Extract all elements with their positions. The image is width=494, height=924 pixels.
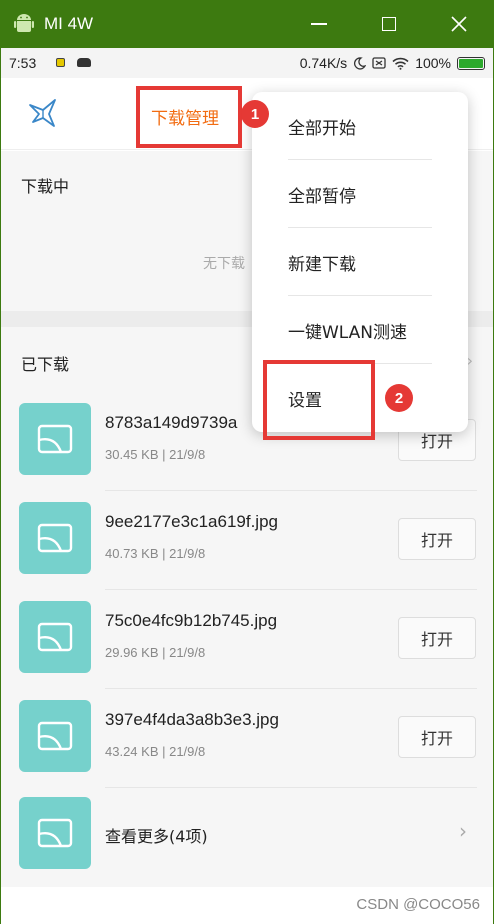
empty-state-text: 无下载 xyxy=(203,256,245,272)
row-divider xyxy=(105,490,477,491)
file-row[interactable]: 75c0e4fc9b12b745.jpg 29.96 KB | 21/9/8 打… xyxy=(1,601,493,700)
downloaded-label: 已下载 xyxy=(21,355,70,374)
chevron-right-icon: › xyxy=(459,819,467,843)
bird-logo-icon[interactable] xyxy=(27,96,61,130)
file-row[interactable]: 397e4f4da3a8b3e3.jpg 43.24 KB | 21/9/8 打… xyxy=(1,700,493,799)
net-speed: 0.74K/s xyxy=(299,55,348,71)
annotation-box-2 xyxy=(263,360,375,440)
annotation-badge-2: 2 xyxy=(385,384,413,412)
menu-item-pause-all[interactable]: 全部暂停 xyxy=(252,160,468,228)
watermark: CSDN @COCO56 xyxy=(356,896,480,913)
battery-percent: 100% xyxy=(415,55,451,71)
file-meta: 40.73 KB | 21/9/8 xyxy=(105,546,206,561)
menu-item-start-all[interactable]: 全部开始 xyxy=(252,92,468,160)
image-file-icon xyxy=(19,700,91,772)
row-divider xyxy=(105,589,477,590)
view-more-label: 查看更多(4项) xyxy=(105,827,208,846)
cat-notification-icon xyxy=(77,58,91,67)
sim-icon xyxy=(372,57,386,69)
annotation-badge-1: 1 xyxy=(241,100,269,128)
wifi-icon xyxy=(392,57,409,70)
downloading-label: 下载中 xyxy=(21,177,70,196)
android-icon xyxy=(14,14,34,32)
file-meta: 43.24 KB | 21/9/8 xyxy=(105,744,206,759)
minimize-button[interactable] xyxy=(284,0,354,48)
menu-item-label: 全部开始 xyxy=(288,119,356,139)
file-row[interactable]: 9ee2177e3c1a619f.jpg 40.73 KB | 21/9/8 打… xyxy=(1,502,493,601)
image-file-icon xyxy=(19,502,91,574)
menu-item-label: 新建下载 xyxy=(288,255,356,275)
image-file-icon xyxy=(19,403,91,475)
menu-item-new-download[interactable]: 新建下载 xyxy=(252,228,468,296)
file-name: 397e4f4da3a8b3e3.jpg xyxy=(105,710,279,729)
view-more-row[interactable]: 查看更多(4项) › xyxy=(1,797,493,877)
annotation-box-1 xyxy=(136,86,242,148)
close-button[interactable] xyxy=(424,0,494,48)
menu-item-label: 一键WLAN测速 xyxy=(288,323,408,343)
menu-item-wlan-speedtest[interactable]: 一键WLAN测速 xyxy=(252,296,468,364)
status-time: 7:53 xyxy=(9,55,37,71)
file-name: 9ee2177e3c1a619f.jpg xyxy=(105,512,278,531)
image-file-icon xyxy=(19,797,91,869)
row-divider xyxy=(105,787,477,788)
window-title: MI 4W xyxy=(44,14,94,33)
moon-icon xyxy=(354,56,367,70)
file-name: 8783a149d9739a xyxy=(105,413,238,432)
maximize-button[interactable] xyxy=(354,0,424,48)
file-meta: 29.96 KB | 21/9/8 xyxy=(105,645,206,660)
open-button[interactable]: 打开 xyxy=(398,518,476,560)
close-icon xyxy=(451,16,467,32)
notification-icon xyxy=(56,58,65,67)
status-right-group: 0.74K/s 100% xyxy=(300,55,485,71)
image-file-icon xyxy=(19,601,91,673)
menu-item-label: 全部暂停 xyxy=(288,187,356,207)
maximize-icon xyxy=(382,17,396,31)
file-name: 75c0e4fc9b12b745.jpg xyxy=(105,611,278,630)
open-button[interactable]: 打开 xyxy=(398,716,476,758)
status-bar: 7:53 0.74K/s 100% xyxy=(1,48,493,78)
row-divider xyxy=(105,688,477,689)
open-button[interactable]: 打开 xyxy=(398,617,476,659)
battery-icon xyxy=(457,56,485,70)
file-meta: 30.45 KB | 21/9/8 xyxy=(105,447,206,462)
minimize-icon xyxy=(311,23,327,25)
